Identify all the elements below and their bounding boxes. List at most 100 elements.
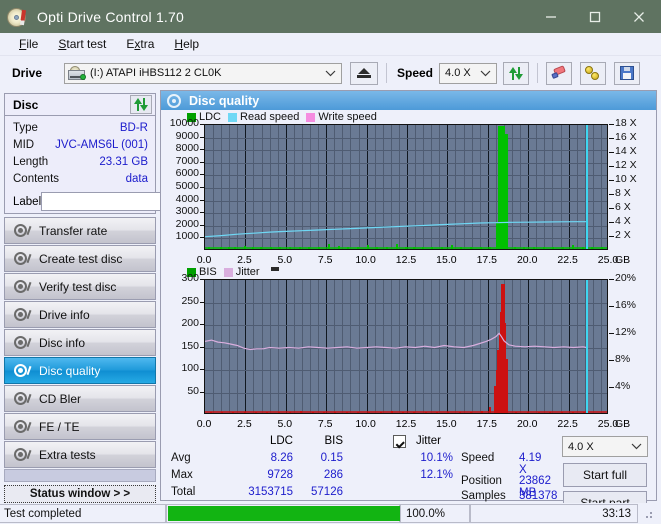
y2-axis-tick	[609, 138, 614, 139]
disc-verify-icon	[13, 279, 32, 295]
speed-select[interactable]: 4.0 X	[439, 62, 498, 84]
menu-start-test[interactable]: Start test	[48, 35, 116, 53]
disc-length-key: Length	[13, 156, 49, 168]
test-speed-select[interactable]: 4.0 X	[562, 436, 648, 457]
x-axis-tick-label: 15.0	[436, 254, 457, 266]
y2-axis-tick	[609, 208, 614, 209]
results-row-label: Total	[171, 486, 196, 498]
sidebar-item-label: FE / TE	[39, 419, 80, 434]
erase-disc-button[interactable]	[546, 61, 573, 85]
cursor-line	[586, 125, 588, 249]
results-total-ldc: 3153715	[248, 486, 293, 498]
save-icon	[620, 66, 635, 80]
data-line-jitter	[205, 332, 587, 351]
sidebar-item-drive-info[interactable]: Drive info	[4, 301, 156, 328]
save-button[interactable]	[614, 61, 641, 85]
y-axis-tick-label: 6000	[175, 167, 199, 180]
x-axis-tick-label: 0.0	[196, 418, 212, 430]
eject-button[interactable]	[350, 61, 378, 85]
sidebar-item-cd-bler[interactable]: CD Bler	[4, 385, 156, 412]
menu-help[interactable]: Help	[164, 35, 209, 53]
sidebar-item-label: CD Bler	[39, 391, 82, 406]
tools-button[interactable]	[580, 61, 607, 85]
y-axis-tick-label: 4000	[175, 192, 199, 205]
x-axis-tick-label: 17.5	[476, 418, 498, 430]
disc-row-type: Type BD-R	[13, 120, 148, 137]
y-axis-tick-label: 8000	[175, 142, 199, 155]
disc-refresh-button[interactable]	[130, 95, 152, 114]
cursor-line	[586, 280, 588, 413]
x-axis-tick-label: 22.5	[557, 254, 578, 266]
disc-info-title: Disc	[13, 97, 39, 112]
status-window-button[interactable]: Status window > >	[4, 485, 156, 503]
speed-label: Speed	[397, 66, 434, 80]
y2-axis-tick	[609, 222, 614, 223]
sidebar-item-fe-te[interactable]: FE / TE	[4, 413, 156, 440]
sidebar-item-disc-info[interactable]: Disc info	[4, 329, 156, 356]
drive-select[interactable]: (I:) ATAPI iHBS112 2 CL0K	[64, 62, 342, 84]
drive-select-value: (I:) ATAPI iHBS112 2 CL0K	[90, 67, 222, 79]
y-axis-tick-label: 10000	[169, 117, 199, 129]
y-axis-tick-label: 300	[181, 272, 199, 284]
sidebar-item-label: Create test disc	[39, 251, 123, 266]
start-full-button[interactable]: Start full	[563, 463, 647, 487]
scale-marker-icon	[270, 267, 279, 271]
disc-row-contents: Contents data	[13, 171, 148, 188]
sidebar-item-label: Disc quality	[39, 363, 101, 378]
app-window: Opti Drive Control 1.70 File Start test …	[0, 0, 661, 524]
y2-axis-tick	[609, 166, 614, 167]
top-chart-legend: LDC Read speed Write speed	[161, 110, 656, 124]
y-axis-tick	[200, 279, 204, 280]
y-axis-tick-label: 200	[181, 317, 199, 329]
y2-axis-tick-label: 16%	[615, 299, 637, 311]
close-icon[interactable]	[617, 0, 661, 33]
toolbar-divider-1	[386, 63, 387, 83]
x-axis-tick-label: 10.0	[355, 254, 376, 266]
disc-quality-icon	[13, 363, 32, 379]
minimize-icon[interactable]	[529, 0, 573, 33]
sidebar-item-extra-tests[interactable]: Extra tests	[4, 441, 156, 468]
results-max-bis: 286	[323, 469, 343, 481]
results-row-label: Max	[171, 469, 193, 481]
disc-label-row: Label	[13, 191, 244, 212]
disc-mid-key: MID	[13, 139, 35, 151]
elapsed-time: 33:13	[470, 504, 638, 523]
sidebar-item-disc-quality[interactable]: Disc quality	[4, 357, 156, 384]
sidebar-item-verify-test-disc[interactable]: Verify test disc	[4, 273, 156, 300]
results-max-ldc: 9728	[267, 469, 293, 481]
data-line-read-speed	[205, 221, 587, 238]
disc-info-icon	[13, 335, 32, 351]
y-axis-tick-label: 9000	[175, 129, 199, 142]
disc-test-icon	[13, 223, 32, 239]
y-axis-tick	[200, 200, 204, 201]
sidebar-item-create-test-disc[interactable]: Create test disc	[4, 245, 156, 272]
disc-mid-value: JVC-AMS6L (001)	[55, 139, 148, 151]
x-axis-tick-label: 17.5	[476, 254, 498, 266]
results-avg-ldc: 8.26	[270, 452, 293, 464]
maximize-icon[interactable]	[573, 0, 617, 33]
y-axis-tick-label: 5000	[175, 180, 199, 192]
disc-fete-icon	[13, 419, 32, 435]
samples-readout-value: 381378	[519, 490, 558, 502]
menu-file[interactable]: File	[9, 35, 48, 53]
refresh-drive-button[interactable]	[503, 61, 530, 85]
menu-bar: File Start test Extra Help	[0, 33, 661, 56]
x-axis-tick-label: 20.0	[516, 418, 538, 430]
y2-axis-tick	[609, 306, 614, 307]
x-axis-tick-label: 15.0	[436, 418, 457, 430]
drive-label: Drive	[12, 66, 43, 80]
sidebar-nav: Transfer rate Create test disc Verify te…	[4, 217, 156, 469]
menu-extra[interactable]: Extra	[116, 35, 164, 53]
y-axis-tick-label: 7000	[175, 154, 199, 167]
bottom-chart[interactable]: 50 100 150 200 250 300 4% 8% 12% 16% 20% 0.0 2.5 5.0 7…	[161, 272, 656, 454]
x-axis-tick-label: 22.5	[557, 418, 578, 430]
y2-axis-tick-label: 6 X	[615, 201, 631, 213]
y2-axis-tick-label: 12 X	[615, 159, 637, 171]
y2-axis-tick-label: 12%	[615, 326, 637, 338]
jitter-checkbox[interactable]	[393, 435, 406, 448]
sidebar-item-transfer-rate[interactable]: Transfer rate	[4, 217, 156, 244]
disc-contents-key: Contents	[13, 173, 60, 185]
results-avg-bis: 0.15	[320, 452, 343, 464]
y-axis-tick	[200, 174, 204, 175]
resize-grip-icon[interactable]	[641, 507, 655, 521]
